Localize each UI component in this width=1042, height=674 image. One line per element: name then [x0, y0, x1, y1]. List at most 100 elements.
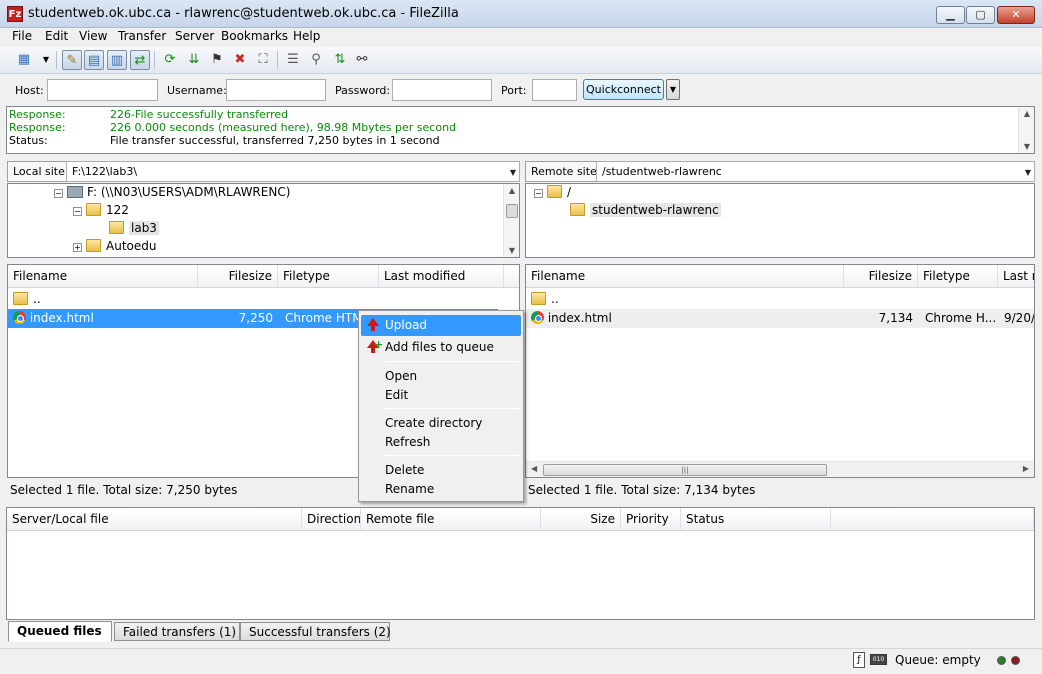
- col-header-last-modified[interactable]: Last r: [998, 265, 1034, 288]
- col-header-filetype[interactable]: Filetype: [918, 265, 998, 288]
- password-input[interactable]: [392, 79, 492, 101]
- port-label: Port:: [501, 84, 527, 97]
- collapse-icon[interactable]: −: [54, 189, 63, 198]
- folder-icon: [86, 203, 101, 216]
- reconnect-icon[interactable]: ⛶: [253, 50, 273, 70]
- toggle-queue-icon[interactable]: ⇄: [130, 50, 150, 70]
- tree-item-lab3[interactable]: lab3: [109, 221, 159, 235]
- password-label: Password:: [335, 84, 391, 97]
- tab-successful-transfers[interactable]: Successful transfers (2): [240, 622, 391, 641]
- filter-icon[interactable]: ☰: [283, 50, 303, 70]
- col-header-direction[interactable]: Direction: [302, 508, 361, 531]
- file-row-index-html[interactable]: index.html 7,134 Chrome H... 9/20/.: [526, 309, 1034, 328]
- expand-icon[interactable]: +: [73, 243, 82, 252]
- site-manager-dropdown-icon[interactable]: ▼: [36, 50, 56, 70]
- scrollbar-thumb[interactable]: |||: [543, 464, 827, 476]
- tree-item-drive-f[interactable]: − F: (\\N03\USERS\ADM\RLAWRENC): [54, 185, 290, 199]
- tree-item-studentweb-rlawrenc[interactable]: studentweb-rlawrenc: [570, 203, 721, 217]
- col-header-status[interactable]: Status: [681, 508, 831, 531]
- col-header-server-local-file[interactable]: Server/Local file: [7, 508, 302, 531]
- toggle-log-icon[interactable]: ✎: [62, 50, 82, 70]
- site-manager-icon[interactable]: ▦: [14, 50, 34, 70]
- remote-selection-status: Selected 1 file. Total size: 7,134 bytes: [528, 483, 756, 497]
- col-header-filesize[interactable]: Filesize: [198, 265, 278, 288]
- menu-file[interactable]: File: [12, 29, 32, 43]
- menu-view[interactable]: View: [79, 29, 107, 43]
- maximize-button[interactable]: ▢: [966, 6, 995, 24]
- username-input[interactable]: [226, 79, 326, 101]
- transfer-queue: Server/Local file Direction Remote file …: [6, 507, 1035, 620]
- context-menu: Upload + Add files to queue Open Edit Cr…: [358, 310, 524, 502]
- col-header-filetype[interactable]: Filetype: [278, 265, 379, 288]
- binary-mode-icon[interactable]: 010: [870, 654, 887, 665]
- remote-horizontal-scrollbar[interactable]: ◀ ||| ▶: [526, 461, 1034, 477]
- message-log: Response: 226-File successfully transfer…: [6, 106, 1035, 154]
- folder-icon: [531, 292, 546, 305]
- local-path-combobox[interactable]: F:\122\lab3\ ▼: [66, 161, 520, 182]
- port-input[interactable]: [532, 79, 577, 101]
- menu-bookmarks[interactable]: Bookmarks: [221, 29, 288, 43]
- collapse-icon[interactable]: −: [73, 207, 82, 216]
- receive-led-icon: [1011, 656, 1020, 665]
- tab-queued-files[interactable]: Queued files: [8, 621, 112, 642]
- log-scrollbar[interactable]: ▲ ▼: [1018, 107, 1034, 153]
- tree-item-autoedu[interactable]: + Autoedu: [73, 239, 156, 253]
- col-header-size[interactable]: Size: [541, 508, 621, 531]
- username-label: Username:: [167, 84, 227, 97]
- chevron-down-icon[interactable]: ▼: [510, 168, 516, 177]
- chevron-down-icon[interactable]: ▼: [1025, 168, 1031, 177]
- remote-path-combobox[interactable]: /studentweb-rlawrenc ▼: [596, 161, 1035, 182]
- col-header-filesize[interactable]: Filesize: [844, 265, 918, 288]
- toolbar: ▦ ▼ ✎ ▤ ▥ ⇄ ⟳ ⇊ ⚑ ✖ ⛶ ☰ ⚲ ⇅ ⚯: [0, 47, 1042, 74]
- menu-item-create-directory[interactable]: Create directory: [361, 413, 521, 434]
- title-bar: Fz studentweb.ok.ubc.ca - rlawrenc@stude…: [0, 0, 1042, 28]
- col-header-remote-file[interactable]: Remote file: [361, 508, 541, 531]
- col-header-filename[interactable]: Filename: [8, 265, 198, 288]
- menu-item-rename[interactable]: Rename: [361, 479, 521, 500]
- quickconnect-button[interactable]: Quickconnect: [583, 79, 664, 100]
- local-site-label: Local site:: [7, 161, 75, 182]
- status-bar: ƒ 010 Queue: empty: [0, 648, 1042, 674]
- menu-item-add-files-to-queue[interactable]: + Add files to queue: [361, 337, 521, 358]
- refresh-icon[interactable]: ⟳: [160, 50, 180, 70]
- compare-icon[interactable]: ⚲: [306, 50, 326, 70]
- menu-edit[interactable]: Edit: [45, 29, 68, 43]
- quickconnect-bar: Host: Username: Password: Port: Quickcon…: [0, 75, 1042, 105]
- sync-browse-icon[interactable]: ⇅: [330, 50, 350, 70]
- close-button[interactable]: ✕: [997, 6, 1035, 24]
- file-row-parent[interactable]: ..: [526, 290, 1034, 309]
- remote-site-bar: Remote site: /studentweb-rlawrenc ▼: [525, 161, 1035, 183]
- search-icon[interactable]: ⚯: [352, 50, 372, 70]
- menu-transfer[interactable]: Transfer: [118, 29, 166, 43]
- host-input[interactable]: [47, 79, 158, 101]
- tab-failed-transfers[interactable]: Failed transfers (1): [114, 622, 240, 641]
- chrome-html-icon: [531, 311, 544, 324]
- menu-item-edit[interactable]: Edit: [361, 385, 521, 406]
- disconnect-icon[interactable]: ✖: [230, 50, 250, 70]
- folder-open-icon: [570, 203, 585, 216]
- file-row-parent[interactable]: ..: [8, 290, 519, 309]
- collapse-icon[interactable]: −: [534, 189, 543, 198]
- col-header-filename[interactable]: Filename: [526, 265, 844, 288]
- toggle-local-tree-icon[interactable]: ▤: [84, 50, 104, 70]
- host-label: Host:: [15, 84, 44, 97]
- local-tree-scrollbar[interactable]: ▲ ▼: [503, 184, 519, 257]
- folder-icon: [86, 239, 101, 252]
- menu-server[interactable]: Server: [175, 29, 214, 43]
- tree-item-root[interactable]: − /: [534, 185, 571, 199]
- tree-item-122[interactable]: −122: [73, 203, 129, 217]
- menu-item-delete[interactable]: Delete: [361, 460, 521, 481]
- folder-icon: [547, 185, 562, 198]
- menu-item-refresh[interactable]: Refresh: [361, 432, 521, 453]
- menu-item-upload[interactable]: Upload: [361, 315, 521, 336]
- menu-item-open[interactable]: Open: [361, 366, 521, 387]
- filter-status-icon[interactable]: ƒ: [853, 652, 865, 668]
- toggle-remote-tree-icon[interactable]: ▥: [107, 50, 127, 70]
- menu-help[interactable]: Help: [293, 29, 320, 43]
- cancel-icon[interactable]: ⚑: [207, 50, 227, 70]
- quickconnect-dropdown-button[interactable]: ▼: [666, 79, 680, 100]
- col-header-priority[interactable]: Priority: [621, 508, 681, 531]
- col-header-last-modified[interactable]: Last modified: [379, 265, 504, 288]
- minimize-button[interactable]: ▁: [936, 6, 965, 24]
- process-queue-icon[interactable]: ⇊: [184, 50, 204, 70]
